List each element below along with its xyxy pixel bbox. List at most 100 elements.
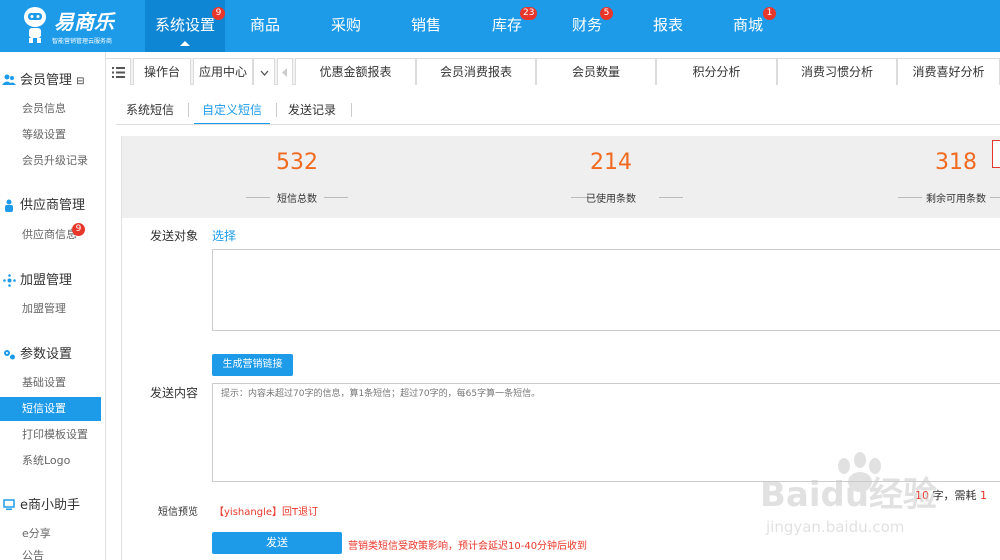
nav-badge: 1 bbox=[763, 7, 776, 20]
sidebar-section-assistant[interactable]: e商小助手 bbox=[0, 495, 106, 517]
nav-badge: 9 bbox=[212, 7, 225, 20]
tab-dashboard[interactable]: 操作台 bbox=[133, 58, 191, 85]
network-icon bbox=[2, 274, 16, 288]
subtab-divider bbox=[351, 103, 352, 117]
stat-total-label: 短信总数 bbox=[277, 194, 317, 205]
nav-purchase[interactable]: 采购 bbox=[316, 0, 376, 52]
stat-remaining-value: 318 bbox=[935, 150, 977, 175]
stat-divider-line bbox=[324, 197, 348, 198]
sms-stats: 532 短信总数 214 已使用条数 318 剩余可用条数 bbox=[122, 136, 1000, 218]
watermark-url: jingyan.baidu.com bbox=[765, 518, 904, 536]
stat-used-value: 214 bbox=[590, 150, 632, 175]
nav-label: 商品 bbox=[249, 16, 280, 34]
sidebar-item-sms-settings[interactable]: 短信设置 bbox=[0, 397, 101, 421]
send-button[interactable]: 发送 bbox=[212, 532, 342, 554]
monitor-icon bbox=[2, 499, 16, 513]
generate-link-button[interactable]: 生成营销链接 bbox=[212, 354, 293, 376]
active-caret-icon bbox=[180, 41, 190, 46]
sidebar-item-member-info[interactable]: 会员信息 bbox=[0, 97, 101, 121]
tab-member-count[interactable]: 会员数量 bbox=[536, 58, 656, 85]
nav-reports[interactable]: 报表 bbox=[638, 0, 698, 52]
sidebar: 会员管理 ⊟ 会员信息 等级设置 会员升级记录 供应商管理 供应商信息 9 加盟… bbox=[0, 52, 106, 560]
recipient-label: 发送对象 bbox=[150, 229, 199, 243]
delay-notice: 营销类短信受政策影响，预计会延迟10-40分钟后收到 bbox=[348, 541, 588, 552]
nav-label: 财务 bbox=[571, 16, 602, 34]
subtab-underline bbox=[116, 124, 1000, 125]
sidebar-item-franchise[interactable]: 加盟管理 bbox=[0, 297, 101, 321]
sidebar-badge: 9 bbox=[72, 223, 85, 236]
sidebar-item-supplier-info[interactable]: 供应商信息 9 bbox=[0, 223, 101, 247]
subtab-send-records[interactable]: 发送记录 bbox=[282, 97, 342, 125]
baidu-watermark: Baidu经验 jingyan.baidu.com bbox=[758, 448, 958, 543]
sidebar-section-title: 加盟管理 bbox=[20, 273, 73, 288]
select-recipients-link[interactable]: 选择 bbox=[212, 227, 236, 244]
sidebar-item-upgrade-records[interactable]: 会员升级记录 bbox=[0, 149, 101, 173]
stat-total-value: 532 bbox=[276, 150, 318, 175]
sidebar-section-franchise[interactable]: 加盟管理 bbox=[0, 270, 106, 292]
supplier-icon bbox=[2, 199, 16, 213]
nav-inventory[interactable]: 库存 23 bbox=[477, 0, 538, 52]
sms-preview-text: 【yishangle】回T退订 bbox=[214, 507, 319, 518]
brand-logo[interactable]: 易商乐 智能营销管理云服务商 bbox=[22, 4, 142, 48]
sms-count-value: 1 bbox=[980, 489, 987, 502]
sidebar-item-level-settings[interactable]: 等级设置 bbox=[0, 123, 101, 147]
content-hint: 提示：内容未超过70字的信息，算1条短信；超过70字的，每65字算一条短信。 bbox=[221, 389, 541, 399]
tab-consumption-preferences[interactable]: 消费喜好分析 bbox=[897, 58, 1000, 85]
sidebar-item-system-logo[interactable]: 系统Logo bbox=[0, 449, 101, 473]
mascot-icon bbox=[24, 7, 46, 43]
sidebar-section-suppliers[interactable]: 供应商管理 bbox=[0, 195, 106, 217]
nav-label: 库存 bbox=[491, 16, 522, 34]
baidu-paw-icon: Baidu经验 jingyan.baidu.com bbox=[760, 452, 937, 536]
recipients-textarea[interactable] bbox=[212, 249, 1000, 331]
nav-label: 销售 bbox=[410, 16, 441, 34]
sidebar-section-title: 参数设置 bbox=[20, 347, 73, 362]
nav-label: 采购 bbox=[330, 16, 361, 34]
nav-label: 报表 bbox=[652, 16, 683, 34]
tab-discount-report[interactable]: 优惠金额报表 bbox=[295, 58, 416, 85]
tab-member-consumption[interactable]: 会员消费报表 bbox=[416, 58, 536, 85]
nav-label: 系统设置 bbox=[154, 16, 215, 34]
users-icon bbox=[2, 74, 16, 88]
sidebar-section-params[interactable]: 参数设置 bbox=[0, 344, 106, 366]
brand-tagline: 智能营销管理云服务商 bbox=[52, 38, 113, 45]
subtab-custom-sms[interactable]: 自定义短信 bbox=[194, 97, 270, 125]
preview-label: 短信预览 bbox=[158, 507, 198, 518]
corner-action-box[interactable] bbox=[992, 140, 1000, 168]
sidebar-item-basic-settings[interactable]: 基础设置 bbox=[0, 371, 101, 395]
tab-app-center[interactable]: 应用中心 bbox=[193, 58, 253, 85]
sidebar-section-members[interactable]: 会员管理 ⊟ bbox=[0, 70, 106, 92]
collapse-toggle-icon[interactable]: ⊟ bbox=[76, 76, 84, 87]
nav-badge: 5 bbox=[600, 7, 613, 20]
content-label: 发送内容 bbox=[150, 386, 199, 400]
sidebar-item-e-share[interactable]: e分享 bbox=[0, 522, 101, 546]
stat-divider-line bbox=[990, 197, 1000, 198]
stat-remaining-label: 剩余可用条数 bbox=[926, 194, 986, 205]
subtab-divider bbox=[276, 103, 277, 117]
sidebar-section-title: 供应商管理 bbox=[20, 198, 86, 213]
subtab-system-sms[interactable]: 系统短信 bbox=[122, 97, 178, 125]
brand-name: 易商乐 bbox=[54, 10, 114, 34]
tab-points-analysis[interactable]: 积分分析 bbox=[656, 58, 777, 85]
tab-strip: 操作台 应用中心 优惠金额报表 会员消费报表 会员数量 积分分析 消费习惯分析 … bbox=[106, 58, 1000, 85]
watermark-text: Baidu经验 bbox=[760, 475, 937, 515]
nav-sales[interactable]: 销售 bbox=[396, 0, 456, 52]
sidebar-item-label: 供应商信息 bbox=[22, 228, 77, 241]
nav-badge: 23 bbox=[520, 7, 538, 20]
stat-divider-line bbox=[659, 197, 683, 198]
nav-label: 商城 bbox=[732, 16, 763, 34]
subtab-divider bbox=[188, 103, 189, 117]
scroll-left-icon[interactable] bbox=[277, 58, 293, 85]
nav-goods[interactable]: 商品 bbox=[235, 0, 295, 52]
sidebar-section-title: 会员管理 bbox=[20, 73, 73, 88]
nav-mall[interactable]: 商城 1 bbox=[718, 0, 778, 52]
sidebar-section-title: e商小助手 bbox=[20, 498, 80, 513]
menu-toggle-icon[interactable] bbox=[106, 58, 131, 85]
sidebar-item-announcement[interactable]: 公告 bbox=[0, 546, 101, 560]
nav-system-settings[interactable]: 系统设置 9 bbox=[145, 0, 225, 52]
gears-icon bbox=[2, 348, 16, 362]
sidebar-item-print-template[interactable]: 打印模板设置 bbox=[0, 423, 101, 447]
dropdown-chevron-icon[interactable] bbox=[253, 58, 275, 85]
tab-consumption-habits[interactable]: 消费习惯分析 bbox=[777, 58, 897, 85]
nav-finance[interactable]: 财务 5 bbox=[557, 0, 617, 52]
top-navbar: 易商乐 智能营销管理云服务商 系统设置 9 商品 采购 销售 库存 23 财务 … bbox=[0, 0, 1000, 52]
